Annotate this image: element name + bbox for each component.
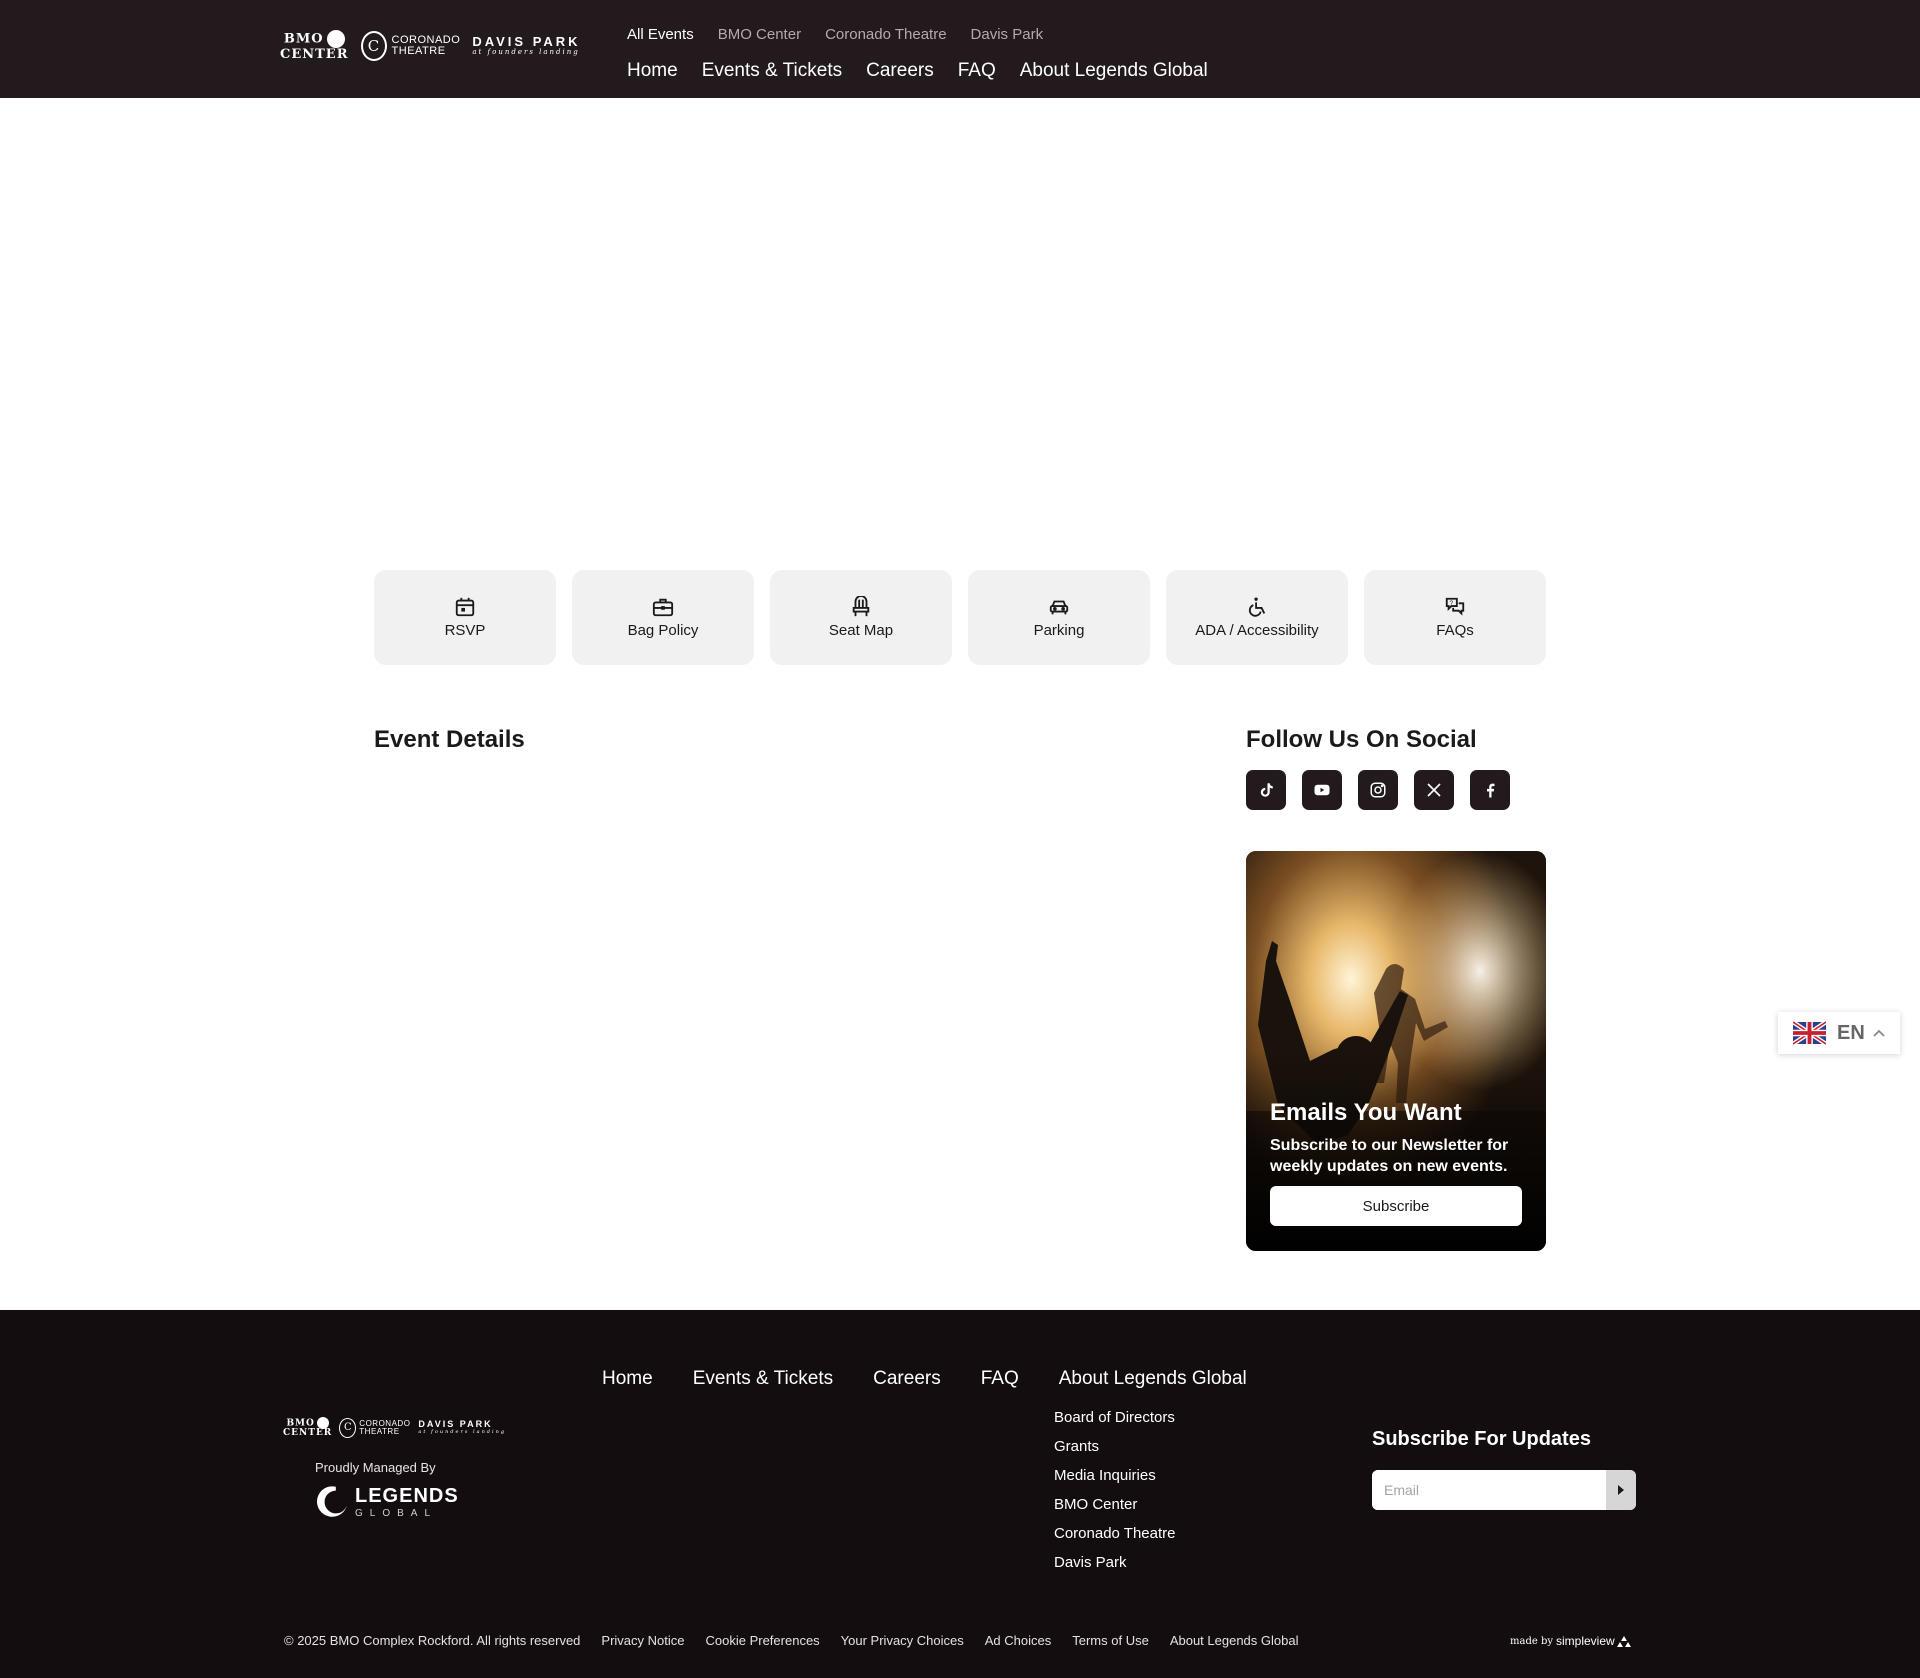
- svg-text:?: ?: [1450, 600, 1454, 607]
- x-link[interactable]: [1414, 770, 1454, 810]
- nav-faq[interactable]: FAQ: [958, 60, 996, 82]
- nav-events-tickets[interactable]: Events & Tickets: [702, 60, 842, 82]
- coronado-theatre-logo: C CORONADO THEATRE: [339, 1417, 410, 1438]
- youtube-icon: [1314, 784, 1330, 796]
- link-grants[interactable]: Grants: [1054, 1437, 1175, 1456]
- bmo-center-logo: BMO CENTER: [283, 1417, 333, 1438]
- legal-bar: © 2025 BMO Complex Rockford. All rights …: [284, 1633, 1298, 1648]
- newsletter-promo: Emails You Want Subscribe to our Newslet…: [1246, 851, 1546, 1251]
- card-label: Seat Map: [828, 622, 894, 639]
- youtube-link[interactable]: [1302, 770, 1342, 810]
- submit-email-button[interactable]: [1606, 1470, 1636, 1510]
- subscribe-button[interactable]: Subscribe: [1270, 1186, 1522, 1226]
- coronado-theatre-logo: C CORONADO THEATRE: [360, 30, 461, 61]
- davis-park-logo: DAVIS PARK at founders landing: [472, 33, 581, 57]
- nav-about-legends-global[interactable]: About Legends Global: [1020, 60, 1208, 82]
- accessibility-card[interactable]: ADA / Accessibility: [1166, 570, 1348, 665]
- site-footer: Home Events & Tickets Careers FAQ About …: [0, 1310, 1920, 1678]
- venue-subnav: All Events BMO Center Coronado Theatre D…: [627, 26, 1043, 43]
- davis-park-logo: DAVIS PARK at founders landing: [418, 1419, 507, 1435]
- link-board-of-directors[interactable]: Board of Directors: [1054, 1408, 1175, 1427]
- footer-venue-logos[interactable]: BMO CENTER C CORONADO THEATRE DAVIS PARK …: [283, 1417, 506, 1438]
- card-label: Bag Policy: [627, 622, 699, 639]
- footer-nav-about-legends-global[interactable]: About Legends Global: [1059, 1368, 1247, 1390]
- car-icon: [1049, 600, 1069, 615]
- briefcase-icon: [652, 598, 674, 617]
- subscribe-updates-heading: Subscribe For Updates: [1372, 1428, 1591, 1450]
- language-code: EN: [1837, 1021, 1865, 1044]
- cookie-preferences-link[interactable]: Cookie Preferences: [706, 1633, 820, 1648]
- quick-links: RSVP Bag Policy Seat Map Parking ADA / A…: [374, 570, 1546, 665]
- managed-by-label: Proudly Managed By: [315, 1460, 436, 1475]
- subnav-bmo-center[interactable]: BMO Center: [718, 26, 801, 43]
- subnav-davis-park[interactable]: Davis Park: [971, 26, 1044, 43]
- about-legends-global-link[interactable]: About Legends Global: [1170, 1633, 1299, 1648]
- nav-home[interactable]: Home: [627, 60, 678, 82]
- email-input[interactable]: [1372, 1470, 1606, 1510]
- card-label: FAQs: [1436, 622, 1474, 639]
- ad-choices-link[interactable]: Ad Choices: [985, 1633, 1051, 1648]
- footer-nav-faq[interactable]: FAQ: [981, 1368, 1019, 1390]
- coronado-c-icon: C: [360, 30, 387, 61]
- venue-logos[interactable]: BMO CENTER C CORONADO THEATRE DAVIS PARK …: [280, 30, 581, 62]
- main-nav: Home Events & Tickets Careers FAQ About …: [627, 60, 1208, 82]
- play-arrow-icon: [1618, 1485, 1624, 1495]
- link-davis-park[interactable]: Davis Park: [1054, 1553, 1175, 1572]
- bmo-center-logo: BMO CENTER: [280, 30, 349, 62]
- link-coronado-theatre[interactable]: Coronado Theatre: [1054, 1524, 1175, 1543]
- subnav-coronado-theatre[interactable]: Coronado Theatre: [825, 26, 946, 43]
- tiktok-link[interactable]: [1246, 770, 1286, 810]
- seat-icon: [852, 596, 870, 617]
- footer-nav-events-tickets[interactable]: Events & Tickets: [693, 1368, 833, 1390]
- promo-text: Subscribe to our Newsletter for weekly u…: [1270, 1137, 1509, 1175]
- coronado-c-icon: C: [339, 1417, 357, 1438]
- footer-nav: Home Events & Tickets Careers FAQ About …: [602, 1368, 1247, 1390]
- made-by-simpleview[interactable]: made by simpleview: [1510, 1634, 1631, 1648]
- language-selector[interactable]: EN: [1778, 1012, 1900, 1054]
- card-label: Parking: [1033, 622, 1085, 639]
- x-icon: [1427, 783, 1441, 797]
- copyright: © 2025 BMO Complex Rockford. All rights …: [284, 1633, 581, 1648]
- rsvp-card[interactable]: RSVP: [374, 570, 556, 665]
- privacy-choices-link[interactable]: Your Privacy Choices: [841, 1633, 964, 1648]
- promo-title: Emails You Want: [1270, 1099, 1462, 1126]
- terms-of-use-link[interactable]: Terms of Use: [1072, 1633, 1149, 1648]
- moose-icon: [326, 30, 345, 48]
- seat-map-card[interactable]: Seat Map: [770, 570, 952, 665]
- instagram-link[interactable]: [1358, 770, 1398, 810]
- footer-nav-careers[interactable]: Careers: [873, 1368, 941, 1390]
- faqs-card[interactable]: ? FAQs: [1364, 570, 1546, 665]
- subscribe-form: [1372, 1470, 1636, 1510]
- site-header: BMO CENTER C CORONADO THEATRE DAVIS PARK …: [0, 0, 1920, 98]
- simpleview-logo-icon: [1616, 1635, 1631, 1647]
- instagram-icon: [1370, 782, 1386, 798]
- card-label: RSVP: [444, 622, 486, 639]
- legends-global-logo[interactable]: LEGENDS GLOBAL: [313, 1483, 459, 1521]
- bag-policy-card[interactable]: Bag Policy: [572, 570, 754, 665]
- tiktok-icon: [1260, 783, 1273, 797]
- wheelchair-icon: [1248, 597, 1266, 617]
- parking-card[interactable]: Parking: [968, 570, 1150, 665]
- link-media-inquiries[interactable]: Media Inquiries: [1054, 1466, 1175, 1485]
- social-links: [1246, 770, 1510, 810]
- chat-bubbles-icon: ?: [1445, 597, 1465, 616]
- facebook-icon: [1487, 783, 1495, 798]
- legends-swirl-icon: [316, 1486, 348, 1517]
- uk-flag-icon: [1793, 1021, 1826, 1045]
- card-label: ADA / Accessibility: [1195, 622, 1319, 639]
- footer-nav-home[interactable]: Home: [602, 1368, 653, 1390]
- event-details-heading: Event Details: [374, 726, 525, 753]
- privacy-notice-link[interactable]: Privacy Notice: [601, 1633, 684, 1648]
- calendar-icon: [455, 597, 475, 617]
- link-bmo-center[interactable]: BMO Center: [1054, 1495, 1175, 1514]
- facebook-link[interactable]: [1470, 770, 1510, 810]
- chevron-up-icon: [1873, 1029, 1885, 1037]
- nav-careers[interactable]: Careers: [866, 60, 934, 82]
- about-sublinks: Board of Directors Grants Media Inquirie…: [1054, 1408, 1175, 1572]
- social-heading: Follow Us On Social: [1246, 726, 1477, 753]
- subnav-all-events[interactable]: All Events: [627, 26, 694, 43]
